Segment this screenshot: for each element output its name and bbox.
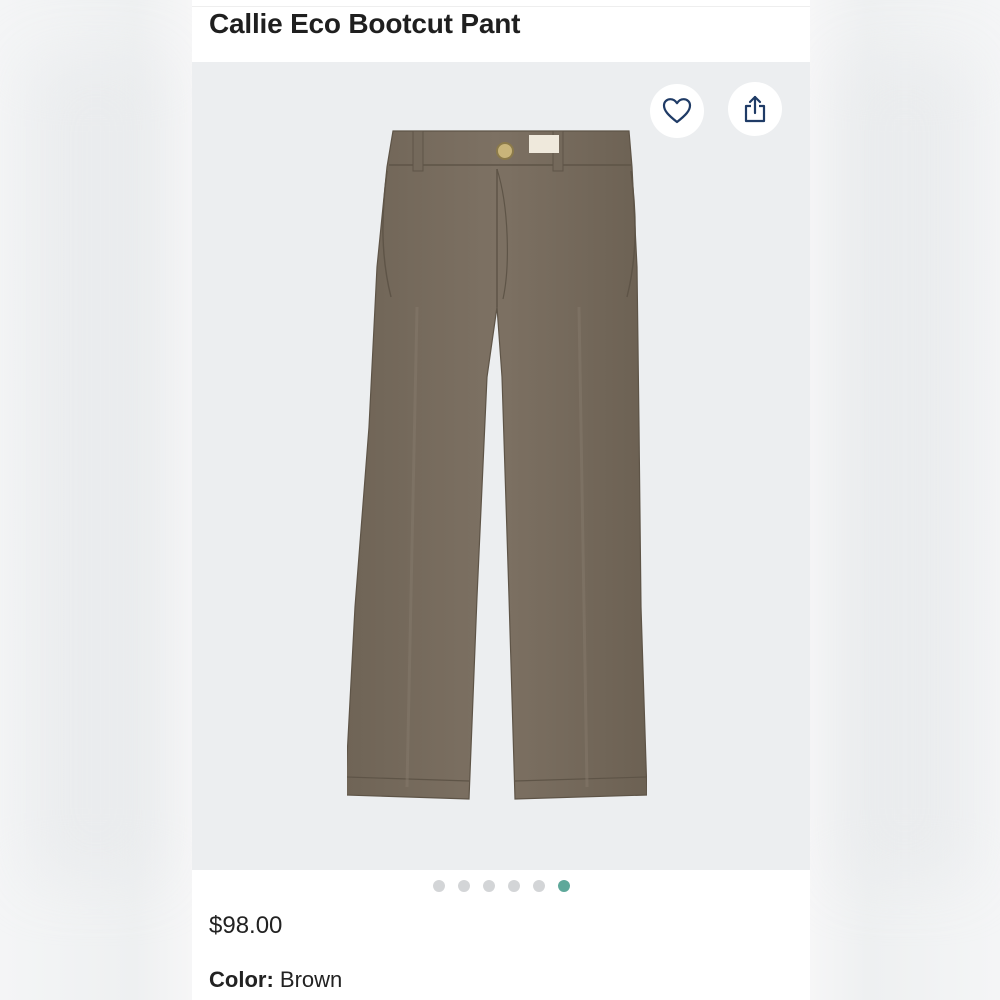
color-label: Color: xyxy=(209,967,280,992)
product-title: Callie Eco Bootcut Pant xyxy=(209,8,521,39)
color-value: Brown xyxy=(279,967,343,992)
product-image-pants xyxy=(347,130,647,800)
heart-icon xyxy=(662,98,692,124)
share-button[interactable] xyxy=(728,82,782,136)
divider xyxy=(192,6,810,7)
pagination-dot-2[interactable] xyxy=(457,880,470,892)
color-selection: Color: Brown xyxy=(209,967,342,993)
favorite-button[interactable] xyxy=(650,84,704,138)
pagination-dot-1[interactable] xyxy=(432,880,445,892)
product-screen: Callie Eco Bootcut Pant $98.00 Color: Br… xyxy=(192,0,810,1000)
background-blur-right xyxy=(810,0,1000,1000)
pagination-dot-6-active[interactable] xyxy=(557,880,570,892)
product-price: $98.00 xyxy=(209,912,283,939)
background-blur-left xyxy=(0,0,192,1000)
share-icon xyxy=(744,95,766,123)
pagination-dot-5[interactable] xyxy=(532,880,545,892)
pagination-dot-4[interactable] xyxy=(507,880,520,892)
pagination-dot-3[interactable] xyxy=(482,880,495,892)
product-image-gallery[interactable] xyxy=(192,62,810,870)
gallery-pagination xyxy=(192,880,810,892)
